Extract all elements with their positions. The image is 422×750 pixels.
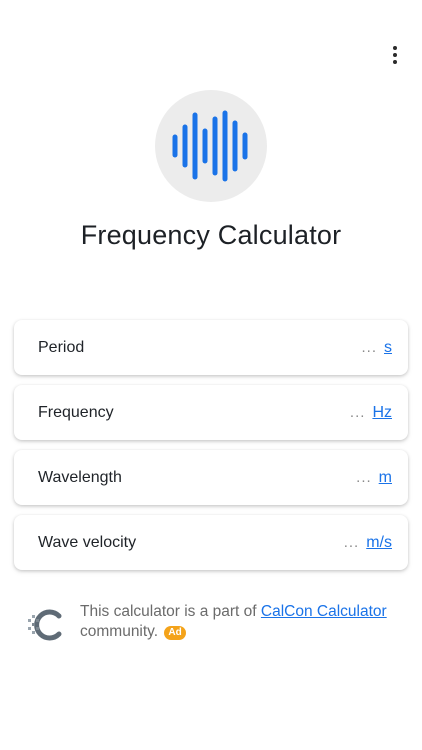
footer-text: This calculator is a part of CalCon Calc… <box>80 602 396 642</box>
frequency-field[interactable]: Frequency Hz <box>14 385 408 440</box>
calcon-link[interactable]: CalCon Calculator <box>261 603 387 620</box>
wave-velocity-unit-selector[interactable]: m/s <box>366 534 392 552</box>
footer-text-after: community. <box>80 623 159 640</box>
sound-wave-icon <box>172 110 248 182</box>
wavelength-unit-selector[interactable]: m <box>379 469 392 487</box>
period-field[interactable]: Period s <box>14 320 408 375</box>
field-label: Wave velocity <box>38 533 137 551</box>
more-vertical-icon[interactable] <box>385 44 405 66</box>
calcon-logo-icon <box>28 609 62 641</box>
page-title: Frequency Calculator <box>80 220 342 250</box>
footer-text-before: This calculator is a part of <box>80 603 261 620</box>
hero-circle <box>155 90 267 202</box>
field-label: Wavelength <box>38 468 122 486</box>
wavelength-input[interactable] <box>331 468 372 486</box>
field-label: Frequency <box>38 403 114 421</box>
field-value-group: m/s <box>319 533 392 552</box>
field-value-group: m <box>331 468 392 487</box>
period-input[interactable] <box>337 338 377 356</box>
field-value-group: s <box>337 338 392 357</box>
field-label: Period <box>38 338 85 356</box>
wavelength-field[interactable]: Wavelength m <box>14 450 408 505</box>
frequency-input[interactable] <box>325 403 366 421</box>
app-screen: Frequency Calculator Period s Frequency … <box>0 0 422 750</box>
field-value-group: Hz <box>325 403 392 422</box>
ad-badge: Ad <box>164 626 186 640</box>
wave-velocity-input[interactable] <box>319 533 360 551</box>
frequency-unit-selector[interactable]: Hz <box>372 404 392 422</box>
community-footer: This calculator is a part of CalCon Calc… <box>26 602 396 644</box>
wave-velocity-field[interactable]: Wave velocity m/s <box>14 515 408 570</box>
period-unit-selector[interactable]: s <box>384 339 392 357</box>
